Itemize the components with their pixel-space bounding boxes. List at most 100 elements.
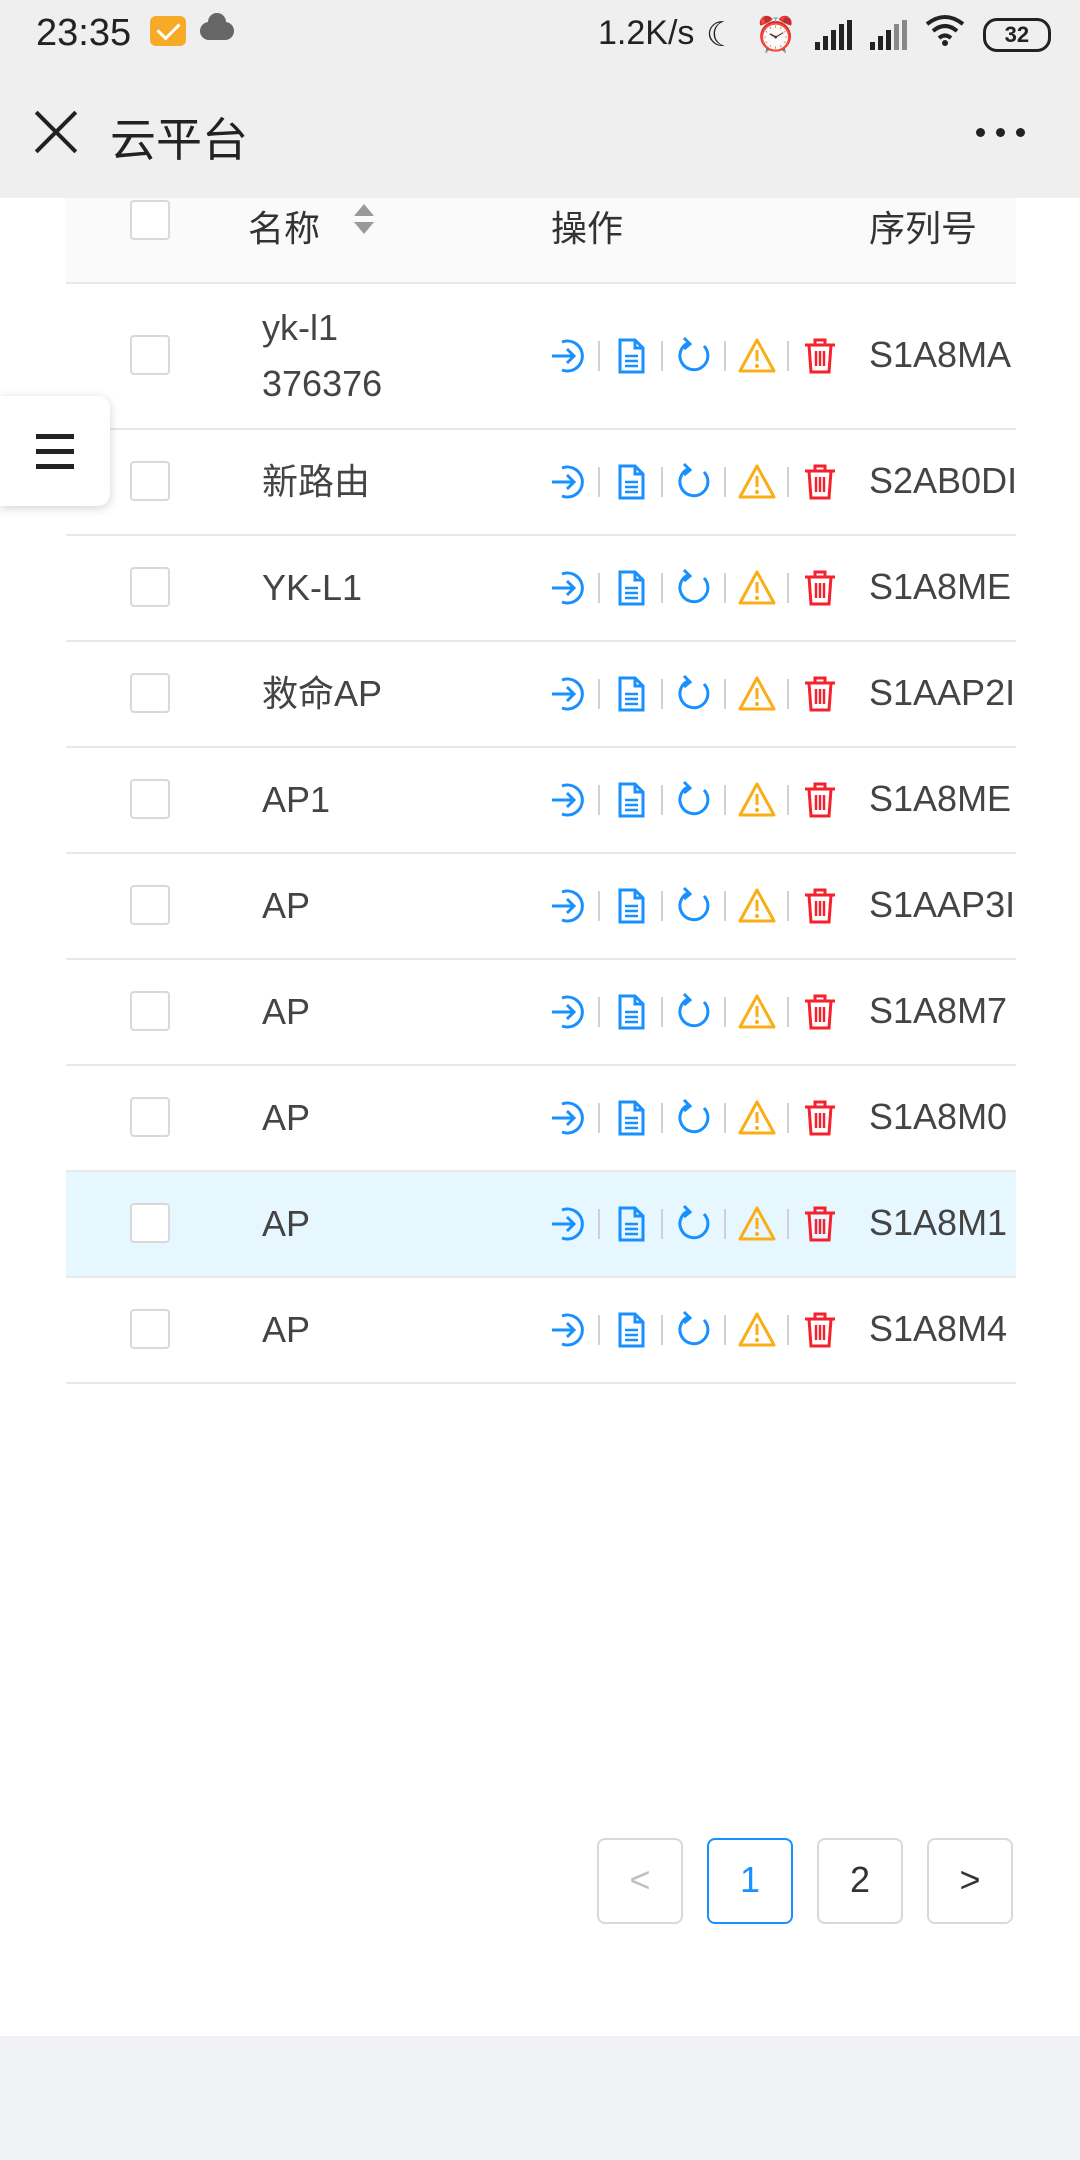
delete-icon[interactable] [798,1202,842,1246]
document-icon[interactable] [609,1202,653,1246]
warning-icon[interactable] [735,566,779,610]
document-icon[interactable] [609,460,653,504]
wifi-icon [925,14,965,55]
action-divider [661,341,663,371]
header-name[interactable]: 名称 [248,200,320,252]
warning-icon[interactable] [735,990,779,1034]
select-all-checkbox[interactable] [130,200,170,240]
document-icon[interactable] [609,990,653,1034]
action-divider [598,997,600,1027]
warning-icon[interactable] [735,672,779,716]
action-divider [724,997,726,1027]
row-actions [546,990,842,1034]
warning-icon[interactable] [735,1308,779,1352]
row-checkbox[interactable] [130,1309,170,1349]
row-checkbox[interactable] [130,1097,170,1137]
action-divider [724,341,726,371]
table-row[interactable]: YK-L1 S1A8ME [66,536,1016,642]
action-divider [661,679,663,709]
refresh-icon[interactable] [672,990,716,1034]
row-checkbox[interactable] [130,461,170,501]
refresh-icon[interactable] [672,460,716,504]
row-checkbox[interactable] [130,991,170,1031]
row-checkbox[interactable] [130,779,170,819]
row-actions [546,460,842,504]
delete-icon[interactable] [798,1096,842,1140]
table-row[interactable]: 救命AP S1AAP2I [66,642,1016,748]
login-icon[interactable] [546,1308,590,1352]
table-row[interactable]: yk-l1 376376 S1A8MA [66,284,1016,430]
login-icon[interactable] [546,990,590,1034]
prev-page-button[interactable]: < [597,1838,683,1924]
page-1-button[interactable]: 1 [707,1838,793,1924]
refresh-icon[interactable] [672,566,716,610]
action-divider [787,891,789,921]
delete-icon[interactable] [798,672,842,716]
document-icon[interactable] [609,778,653,822]
refresh-icon[interactable] [672,672,716,716]
login-icon[interactable] [546,334,590,378]
table-row[interactable]: AP S1A8M1 [66,1172,1016,1278]
row-checkbox[interactable] [130,335,170,375]
delete-icon[interactable] [798,566,842,610]
refresh-icon[interactable] [672,1096,716,1140]
action-divider [724,679,726,709]
row-actions [546,566,842,610]
device-table: 名称 操作 序列号 yk-l1 376376 S1A8MA 新路由 S2AB0DI YK… [66,198,1016,1770]
row-checkbox[interactable] [130,673,170,713]
warning-icon[interactable] [735,1202,779,1246]
document-icon[interactable] [609,884,653,928]
table-row[interactable]: AP1 S1A8ME [66,748,1016,854]
next-page-button[interactable]: > [927,1838,1013,1924]
delete-icon[interactable] [798,460,842,504]
warning-icon[interactable] [735,778,779,822]
document-icon[interactable] [609,566,653,610]
delete-icon[interactable] [798,334,842,378]
refresh-icon[interactable] [672,1202,716,1246]
table-row[interactable]: AP S1A8M4 [66,1278,1016,1384]
device-serial: S1A8M0 [869,1096,1008,1137]
warning-icon[interactable] [735,460,779,504]
sort-icon[interactable] [354,204,374,244]
login-icon[interactable] [546,778,590,822]
document-icon[interactable] [609,1308,653,1352]
more-icon[interactable] [976,128,1025,137]
action-divider [787,341,789,371]
delete-icon[interactable] [798,884,842,928]
row-checkbox[interactable] [130,567,170,607]
delete-icon[interactable] [798,778,842,822]
login-icon[interactable] [546,460,590,504]
warning-icon[interactable] [735,884,779,928]
refresh-icon[interactable] [672,884,716,928]
page-2-button[interactable]: 2 [817,1838,903,1924]
table-row[interactable]: AP S1A8M0 [66,1066,1016,1172]
table-row[interactable]: AP S1AAP3I [66,854,1016,960]
table-row[interactable]: 新路由 S2AB0DI [66,430,1016,536]
document-icon[interactable] [609,1096,653,1140]
login-icon[interactable] [546,672,590,716]
document-icon[interactable] [609,334,653,378]
refresh-icon[interactable] [672,778,716,822]
row-checkbox[interactable] [130,885,170,925]
signal-icon [869,19,907,50]
action-divider [598,891,600,921]
document-icon[interactable] [609,672,653,716]
login-icon[interactable] [546,884,590,928]
refresh-icon[interactable] [672,334,716,378]
login-icon[interactable] [546,566,590,610]
table-row[interactable]: AP S1A8M7 [66,960,1016,1066]
refresh-icon[interactable] [672,1308,716,1352]
device-name: AP [262,885,311,926]
table-header: 名称 操作 序列号 [66,198,1016,284]
row-checkbox[interactable] [130,1203,170,1243]
action-divider [598,679,600,709]
close-icon[interactable] [34,110,78,154]
delete-icon[interactable] [798,1308,842,1352]
login-icon[interactable] [546,1202,590,1246]
delete-icon[interactable] [798,990,842,1034]
warning-icon[interactable] [735,334,779,378]
login-icon[interactable] [546,1096,590,1140]
warning-icon[interactable] [735,1096,779,1140]
sidebar-toggle-button[interactable] [0,396,110,506]
action-divider [787,1315,789,1345]
